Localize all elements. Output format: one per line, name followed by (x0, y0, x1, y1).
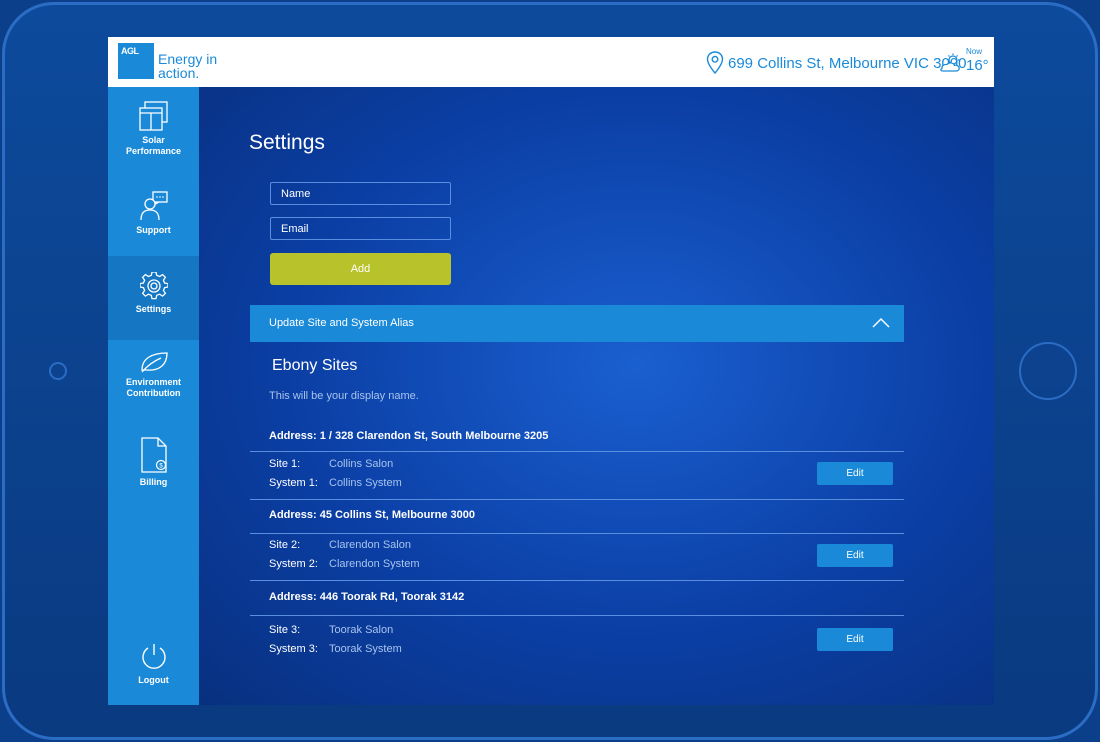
section-title: Ebony Sites (272, 357, 358, 374)
edit-button-site-2[interactable]: Edit (817, 544, 893, 567)
site-label: Site 2: (269, 539, 301, 551)
weather-widget: Now 16° (938, 47, 989, 79)
partly-cloudy-icon (940, 53, 960, 72)
sidebar-item-label: Billing (139, 477, 168, 487)
system-value: Collins System (329, 477, 402, 489)
solar-panel-icon (138, 101, 168, 131)
sidebar-item-billing[interactable]: $ Billing (108, 437, 199, 489)
bill-document-icon: $ (140, 437, 167, 473)
sidebar-item-support[interactable]: Support (108, 191, 199, 241)
edit-button-site-1[interactable]: Edit (817, 462, 893, 485)
sidebar-item-environment-contribution[interactable]: Environment Contribution (108, 351, 199, 403)
divider (250, 533, 904, 534)
site-alias-accordion-header[interactable]: Update Site and System Alias (250, 305, 904, 342)
power-icon (141, 644, 166, 669)
divider (250, 615, 904, 616)
sidebar-item-settings[interactable]: Settings (108, 256, 199, 340)
logout-label: Logout (138, 675, 169, 685)
site-label: Site 1: (269, 458, 301, 470)
system-label: System 2: (269, 558, 318, 570)
sidebar-nav: Solar Performance Support Settings Envir… (108, 87, 199, 705)
tablet-camera (49, 362, 67, 380)
app-screen: AGL Energy in action. 699 Collins St, Me… (108, 37, 994, 705)
sidebar-item-label: Support (136, 225, 171, 235)
logo-text: Energy in action. (158, 51, 218, 81)
site-value: Clarendon Salon (329, 539, 411, 551)
settings-panel: Settings Add Update Site and System Alia… (199, 87, 994, 705)
system-value: Clarendon System (329, 558, 420, 570)
site-address: Address: 45 Collins St, Melbourne 3000 (269, 509, 476, 521)
sidebar-item-label: Environment Contribution (125, 377, 181, 398)
system-label: System 1: (269, 477, 318, 489)
weather-now-label: Now (966, 47, 983, 56)
divider (250, 451, 904, 452)
site-label: Site 3: (269, 624, 301, 636)
logout-button[interactable]: Logout (108, 643, 199, 693)
name-input[interactable] (270, 182, 451, 205)
site-address: Address: 1 / 328 Clarendon St, South Mel… (269, 430, 549, 442)
location-text: 699 Collins St, Melbourne VIC 3000 (728, 54, 967, 72)
tablet-home-button (1019, 342, 1077, 400)
leaf-icon (140, 352, 168, 373)
site-address: Address: 446 Toorak Rd, Toorak 3142 (269, 591, 465, 603)
accordion-label: Update Site and System Alias (269, 317, 414, 329)
divider (250, 580, 904, 581)
system-label: System 3: (269, 643, 318, 655)
add-button[interactable]: Add (270, 253, 451, 285)
page-title: Settings (249, 131, 325, 154)
site-value: Collins Salon (329, 458, 394, 470)
chevron-up-icon[interactable] (872, 317, 890, 329)
sidebar-item-label: Settings (135, 304, 172, 314)
logo-mark-text: AGL (121, 46, 139, 56)
edit-button-site-3[interactable]: Edit (817, 628, 893, 651)
gear-icon (139, 272, 168, 300)
support-chat-icon (139, 191, 168, 221)
top-bar: AGL Energy in action. 699 Collins St, Me… (108, 37, 994, 87)
system-value: Toorak System (329, 643, 402, 655)
location-pin-icon (706, 51, 724, 75)
agl-logo-mark: AGL (118, 43, 154, 79)
location-display: 699 Collins St, Melbourne VIC 3000 (706, 51, 966, 75)
email-input[interactable] (270, 217, 451, 240)
section-subtitle: This will be your display name. (269, 390, 419, 402)
divider (250, 499, 904, 500)
weather-temperature: 16° (966, 57, 989, 74)
sidebar-item-label: Solar Performance (125, 135, 182, 156)
site-value: Toorak Salon (329, 624, 394, 636)
sidebar-item-solar-performance[interactable]: Solar Performance (108, 101, 199, 171)
